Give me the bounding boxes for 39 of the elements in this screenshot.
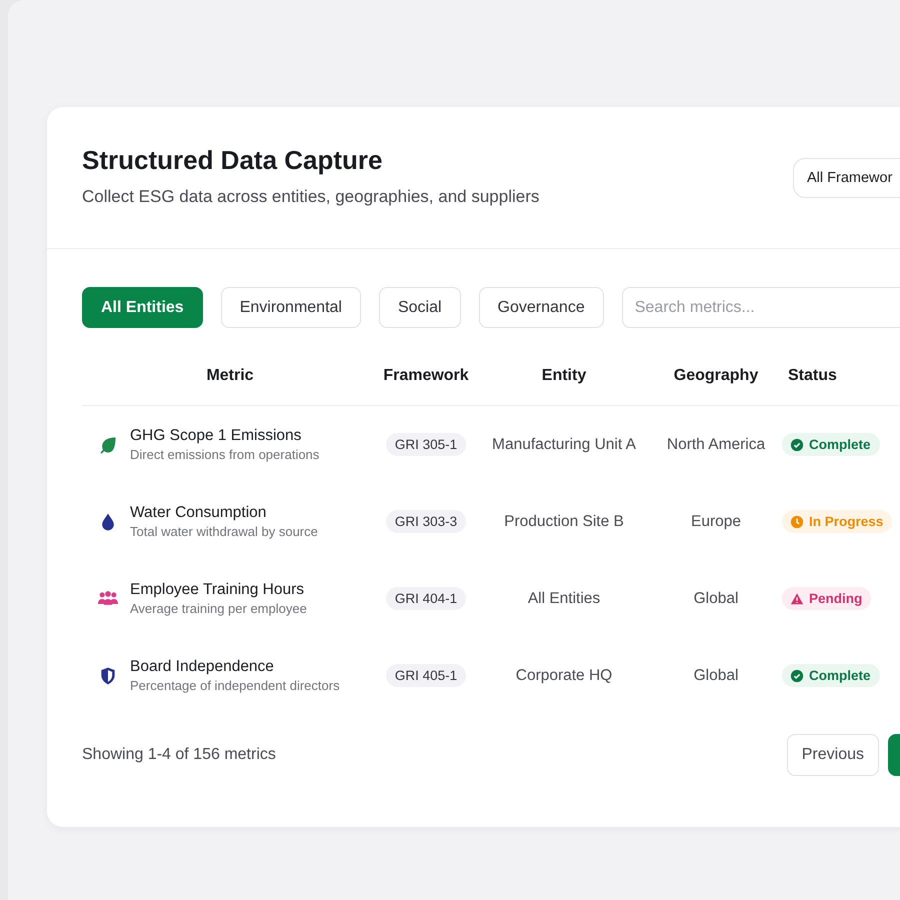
column-header: Framework xyxy=(382,367,470,385)
previous-button[interactable]: Previous xyxy=(786,734,879,776)
column-header: Status xyxy=(787,367,838,385)
status-badge: In Progress xyxy=(782,510,892,533)
metric-description: Average training per employee xyxy=(130,601,307,616)
entity-cell: Manufacturing Unit A xyxy=(492,436,636,454)
page-subtitle: Collect ESG data across entities, geographies, and suppliers xyxy=(82,187,540,207)
filter-tab[interactable]: Governance xyxy=(478,287,604,328)
framework-tag: GRI 405-1 xyxy=(386,664,466,687)
filter-tab[interactable]: Environmental xyxy=(220,287,361,328)
metric-description: Direct emissions from operations xyxy=(130,447,320,462)
page-title: Structured Data Capture xyxy=(82,145,384,175)
geography-cell: Global xyxy=(694,590,738,608)
metric-name: Water Consumption xyxy=(130,504,268,522)
metric-description: Total water withdrawal by source xyxy=(130,524,318,539)
entity-cell: All Entities xyxy=(528,590,600,608)
metric-name: Employee Training Hours xyxy=(130,581,306,599)
filter-tab[interactable]: All Entities xyxy=(82,287,203,328)
pagination-summary: Showing 1-4 of 156 metrics xyxy=(82,746,276,764)
geography-cell: North America xyxy=(666,436,766,454)
entity-cell: Corporate HQ xyxy=(516,666,612,684)
search-field[interactable]: Search metrics... xyxy=(622,287,900,328)
status-badge: Complete xyxy=(782,433,880,456)
entity-cell: Production Site B xyxy=(504,512,624,530)
framework-dropdown[interactable]: All Framewor xyxy=(793,158,900,198)
metric-description: Percentage of independent directors xyxy=(130,678,340,693)
column-header: Entity xyxy=(540,367,588,385)
geography-cell: Europe xyxy=(691,512,741,530)
metric-name: GHG Scope 1 Emissions xyxy=(130,427,302,445)
column-header: Metric xyxy=(205,367,255,385)
framework-tag: GRI 305-1 xyxy=(386,433,466,456)
framework-tag: GRI 303-3 xyxy=(386,510,466,533)
column-header: Geography xyxy=(672,367,760,385)
metric-name: Board Independence xyxy=(130,658,275,676)
framework-tag: GRI 404-1 xyxy=(386,587,466,610)
geography-cell: Global xyxy=(694,666,738,684)
status-badge: Complete xyxy=(782,664,880,687)
filter-tab[interactable]: Social xyxy=(378,287,461,328)
status-badge: Pending xyxy=(782,587,872,610)
